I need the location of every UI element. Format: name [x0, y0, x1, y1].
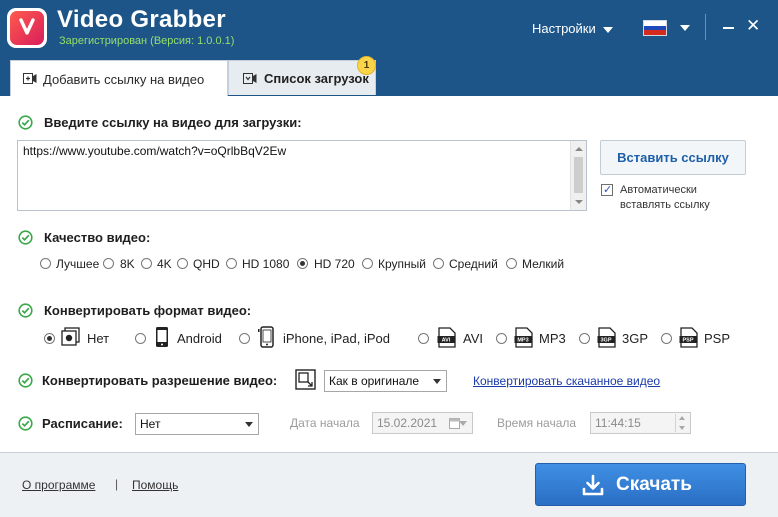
- mp3-file-icon: MP3: [514, 327, 533, 348]
- settings-menu[interactable]: Настройки: [532, 21, 613, 36]
- convert-resolution-label: Конвертировать разрешение видео:: [42, 373, 278, 388]
- quality-section-label: Качество видео:: [44, 230, 151, 245]
- svg-text:PSP: PSP: [682, 338, 693, 344]
- quality-label-large: Крупный: [378, 257, 426, 271]
- auto-paste-label: Автоматически вставлять ссылку: [620, 184, 710, 211]
- resolution-select[interactable]: Как в оригинале: [324, 370, 447, 392]
- check-circle-icon: [18, 373, 33, 388]
- chevron-down-icon: [433, 379, 441, 384]
- quality-label-medium: Средний: [449, 257, 498, 271]
- quality-label-4k: 4K: [157, 257, 172, 271]
- check-circle-icon: [18, 115, 33, 130]
- download-icon: [582, 474, 604, 496]
- url-input-value: https://www.youtube.com/watch?v=oQrlbBqV…: [23, 144, 287, 158]
- check-circle-icon: [18, 303, 33, 318]
- download-list-icon: [243, 73, 257, 84]
- quality-label-hd720: HD 720: [314, 257, 355, 271]
- download-button-label: Скачать: [616, 474, 692, 495]
- convert-format-label: Конвертировать формат видео:: [44, 303, 252, 318]
- quality-radio-hd1080[interactable]: [226, 258, 237, 269]
- quality-label-hd1080: HD 1080: [242, 257, 290, 271]
- avi-file-icon: AVI: [437, 327, 456, 348]
- language-chevron-down-icon[interactable]: [680, 25, 690, 31]
- start-date-label: Дата начала: [290, 416, 360, 430]
- settings-label: Настройки: [532, 21, 596, 36]
- android-phone-icon: [156, 327, 168, 347]
- check-circle-icon: [18, 416, 33, 431]
- format-label-none: Нет: [87, 331, 110, 346]
- format-label-iphone: iPhone, iPad, iPod: [283, 331, 390, 346]
- quality-radio-large[interactable]: [362, 258, 373, 269]
- quality-label-qhd: QHD: [193, 257, 220, 271]
- footer-separator: |: [115, 477, 119, 491]
- chevron-down-icon: [245, 422, 253, 427]
- tab-download-list[interactable]: Список загрузок: [228, 60, 376, 95]
- close-icon[interactable]: ✕: [746, 17, 760, 34]
- svg-text:MP3: MP3: [517, 338, 528, 344]
- quality-radio-4k[interactable]: [141, 258, 152, 269]
- about-link[interactable]: О программе: [22, 478, 95, 492]
- chevron-down-icon: [602, 26, 613, 33]
- convert-downloaded-link[interactable]: Конвертировать скачанное видео: [473, 374, 660, 388]
- time-spin-buttons[interactable]: [675, 414, 689, 432]
- start-date-picker[interactable]: 15.02.2021: [372, 412, 473, 434]
- psp-file-icon: PSP: [679, 327, 698, 348]
- start-time-label: Время начала: [497, 416, 577, 430]
- minimize-icon[interactable]: [723, 27, 734, 29]
- quality-radio-medium[interactable]: [433, 258, 444, 269]
- tab-add-link-label: Добавить ссылку на видео: [43, 72, 205, 87]
- format-label-3gp: 3GP: [622, 331, 649, 346]
- quality-label-small: Мелкий: [522, 257, 565, 271]
- download-count-badge: 1: [357, 56, 376, 75]
- format-label-avi: AVI: [463, 331, 483, 346]
- quality-radio-small[interactable]: [506, 258, 517, 269]
- svg-text:3GP: 3GP: [600, 338, 611, 344]
- app-logo-icon: [7, 8, 47, 48]
- registration-status: Зарегистрирован (Версия: 1.0.0.1): [59, 35, 235, 47]
- start-date-value: 15.02.2021: [377, 416, 438, 430]
- format-radio-mp3[interactable]: [496, 333, 507, 344]
- russia-flag-icon[interactable]: [643, 20, 667, 36]
- format-radio-3gp[interactable]: [579, 333, 590, 344]
- quality-radio-8k[interactable]: [103, 258, 114, 269]
- quality-label-8k: 8K: [120, 257, 135, 271]
- format-label-psp: PSP: [704, 331, 731, 346]
- add-video-icon: [23, 73, 37, 84]
- format-radio-psp[interactable]: [661, 333, 672, 344]
- svg-text:AVI: AVI: [442, 338, 451, 344]
- chevron-down-icon: [459, 421, 467, 426]
- app-title: Video Grabber: [57, 6, 226, 33]
- format-radio-android[interactable]: [135, 333, 146, 344]
- format-radio-none[interactable]: [44, 333, 55, 344]
- resize-icon: [295, 369, 316, 390]
- format-label-mp3: MP3: [539, 331, 566, 346]
- tab-download-list-label: Список загрузок: [264, 71, 369, 86]
- quality-radio-qhd[interactable]: [177, 258, 188, 269]
- format-radio-iphone[interactable]: [239, 333, 250, 344]
- titlebar-divider: [705, 14, 706, 40]
- quality-radio-hd720[interactable]: [297, 258, 308, 269]
- resolution-select-value: Как в оригинале: [329, 374, 420, 388]
- url-input[interactable]: https://www.youtube.com/watch?v=oQrlbBqV…: [17, 140, 587, 211]
- iphone-icon: [258, 326, 274, 348]
- auto-paste-checkbox[interactable]: ✓: [601, 184, 613, 196]
- schedule-select-value: Нет: [140, 417, 161, 431]
- no-format-icon: [61, 327, 80, 346]
- schedule-select[interactable]: Нет: [135, 413, 259, 435]
- quality-radio-best[interactable]: [40, 258, 51, 269]
- paste-link-button[interactable]: Вставить ссылку: [600, 140, 746, 175]
- download-button[interactable]: Скачать: [535, 463, 746, 506]
- start-time-value: 11:44:15: [595, 416, 641, 430]
- quality-label-best: Лучшее: [56, 257, 100, 271]
- format-label-android: Android: [177, 331, 222, 346]
- tab-add-link[interactable]: Добавить ссылку на видео: [10, 60, 228, 96]
- url-section-label: Введите ссылку на видео для загрузки:: [44, 115, 302, 130]
- url-scrollbar[interactable]: [570, 141, 586, 210]
- help-link[interactable]: Помощь: [132, 478, 178, 492]
- start-time-spinner[interactable]: 11:44:15: [590, 412, 691, 434]
- schedule-label: Расписание:: [42, 416, 123, 431]
- check-circle-icon: [18, 230, 33, 245]
- format-radio-avi[interactable]: [418, 333, 429, 344]
- 3gp-file-icon: 3GP: [597, 327, 616, 348]
